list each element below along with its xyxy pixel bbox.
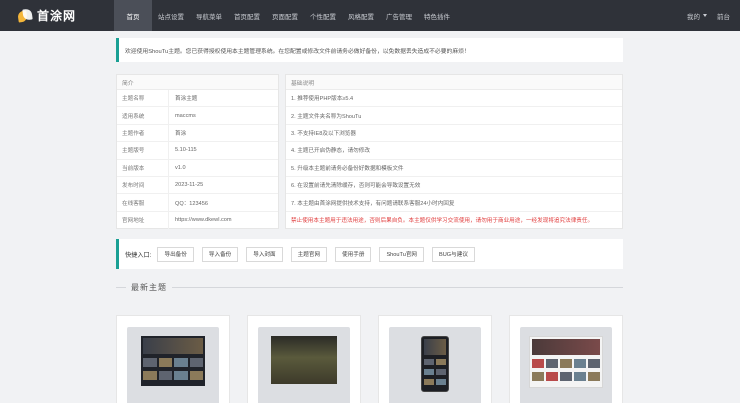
info-value: 首涂主题	[175, 96, 198, 103]
nav-item-style-config[interactable]: 风格配置	[342, 0, 380, 31]
logo-icon	[17, 7, 33, 23]
top-right-menu: 我的 前台	[687, 0, 730, 31]
info-key: 主题版号	[117, 142, 169, 159]
info-row: 发布时间 2023-11-25	[117, 176, 278, 195]
info-row: 适用系统 maccms	[117, 107, 278, 125]
warning-note: 禁止使用本主题用于违法用途，否则后果自负。本主题仅供学习交流使用，请勿用于商业用…	[291, 218, 594, 225]
nav-item-site-settings[interactable]: 站点设置	[152, 0, 190, 31]
bug-report-button[interactable]: BUG与建议	[432, 246, 475, 262]
theme-thumbnail	[520, 327, 612, 403]
divider	[172, 286, 623, 288]
shoutu-site-button[interactable]: ShouTu官网	[379, 246, 425, 262]
info-key: 主题作者	[117, 124, 169, 142]
nav-item-ad-manage[interactable]: 广告管理	[380, 0, 418, 31]
theme-card[interactable]	[509, 315, 623, 403]
top-navbar: 首涂网 首页 站点设置 导航菜单 首页配置 页面配置 个性配置 风格配置 广告管…	[0, 0, 740, 31]
note-item: 5. 升级本主题前请务必备份好数据和模板文件	[286, 160, 622, 177]
divider	[116, 286, 126, 288]
note-item: 1. 推荐使用PHP版本≥5.4	[286, 90, 622, 108]
info-value: 5.10-115	[175, 147, 197, 154]
quick-entry-label: 快捷入口:	[125, 251, 152, 259]
note-item: 7. 本主题由首涂网提供技术支持，有问题请联系客服24小时内回复	[286, 194, 622, 212]
info-value[interactable]: QQ：123456	[169, 199, 208, 207]
basic-notes-panel: 基础说明 1. 推荐使用PHP版本≥5.4 2. 主题文件夹名称为ShouTu …	[285, 74, 623, 229]
theme-card[interactable]	[378, 315, 492, 403]
note-item: 4. 主题已开启伪静态，请勿修改	[286, 142, 622, 160]
export-backup-button[interactable]: 导出备份	[157, 246, 194, 262]
theme-card[interactable]	[247, 315, 361, 403]
theme-preview-image	[141, 336, 205, 386]
nav-item-home[interactable]: 首页	[114, 0, 152, 31]
info-key: 主题名称	[117, 90, 169, 107]
official-site-link[interactable]: https://www.dkewl.com	[169, 217, 232, 223]
latest-themes-heading: 最新主题	[116, 281, 623, 293]
latest-themes-title: 最新主题	[131, 282, 167, 292]
user-manual-button[interactable]: 使用手册	[335, 246, 372, 262]
theme-preview-image	[421, 336, 449, 392]
nav-item-custom-config[interactable]: 个性配置	[304, 0, 342, 31]
info-value: 首涂	[175, 130, 187, 137]
latest-themes-list	[116, 315, 623, 403]
info-key: 当前版本	[117, 159, 169, 176]
info-value: 2023-11-25	[175, 182, 204, 189]
frontend-link[interactable]: 前台	[717, 11, 730, 21]
theme-thumbnail	[258, 327, 350, 403]
quick-entry-bar: 快捷入口: 导出备份 导入备份 导入封面 主题官网 使用手册 ShouTu官网 …	[116, 239, 623, 269]
theme-info-title: 简介	[117, 75, 278, 90]
nav-item-home-config[interactable]: 首页配置	[228, 0, 266, 31]
brand-logo[interactable]: 首涂网	[0, 7, 114, 24]
chevron-down-icon	[703, 14, 707, 17]
main-nav: 首页 站点设置 导航菜单 首页配置 页面配置 个性配置 风格配置 广告管理 特色…	[114, 0, 456, 31]
theme-preview-image	[529, 336, 603, 388]
welcome-notice: 欢迎使用ShouTu主题。您已获得授权使用本主题管理系统。在您配置或修改文件前请…	[116, 38, 623, 62]
theme-thumbnail	[389, 327, 481, 403]
info-row: 主题作者 首涂	[117, 124, 278, 143]
nav-item-nav-menu[interactable]: 导航菜单	[190, 0, 228, 31]
info-row: 当前版本 v1.0	[117, 159, 278, 177]
import-cover-button[interactable]: 导入封面	[246, 246, 283, 262]
import-backup-button[interactable]: 导入备份	[201, 246, 239, 262]
theme-card[interactable]	[116, 315, 230, 403]
nav-item-page-config[interactable]: 页面配置	[266, 0, 304, 31]
info-row: 主题名称 首涂主题	[117, 90, 278, 108]
note-item: 6. 在设置前请先清除缓存，否则可能会导致设置无效	[286, 177, 622, 195]
user-menu-label: 我的	[687, 13, 700, 21]
welcome-notice-text: 欢迎使用ShouTu主题。您已获得授权使用本主题管理系统。在您配置或修改文件前请…	[125, 48, 470, 55]
theme-preview-image	[271, 336, 337, 384]
info-key: 官网地址	[117, 211, 169, 230]
info-key: 适用系统	[117, 107, 169, 124]
note-item: 2. 主题文件夹名称为ShouTu	[286, 107, 622, 125]
nav-item-plugins[interactable]: 特色插件	[418, 0, 456, 31]
user-menu[interactable]: 我的	[687, 11, 707, 21]
info-row: 在线客服 QQ：123456	[117, 194, 278, 212]
info-row: 官网地址 https://www.dkewl.com	[117, 211, 278, 230]
info-key: 发布时间	[117, 176, 169, 194]
main-content: 欢迎使用ShouTu主题。您已获得授权使用本主题管理系统。在您配置或修改文件前请…	[116, 38, 623, 403]
brand-name: 首涂网	[37, 9, 77, 23]
theme-site-button[interactable]: 主题官网	[290, 246, 328, 262]
theme-thumbnail	[127, 327, 219, 403]
info-panels: 简介 主题名称 首涂主题 适用系统 maccms 主题作者 首涂 主题版号 5.10-1…	[116, 74, 623, 230]
info-row: 主题版号 5.10-115	[117, 142, 278, 160]
info-value: v1.0	[175, 164, 186, 171]
info-value: maccms	[175, 112, 196, 119]
theme-info-panel: 简介 主题名称 首涂主题 适用系统 maccms 主题作者 首涂 主题版号 5.10-1…	[116, 74, 279, 230]
info-key: 在线客服	[117, 194, 169, 211]
basic-notes-title: 基础说明	[286, 75, 622, 90]
note-item: 3. 不支持IE8及以下浏览器	[286, 125, 622, 143]
